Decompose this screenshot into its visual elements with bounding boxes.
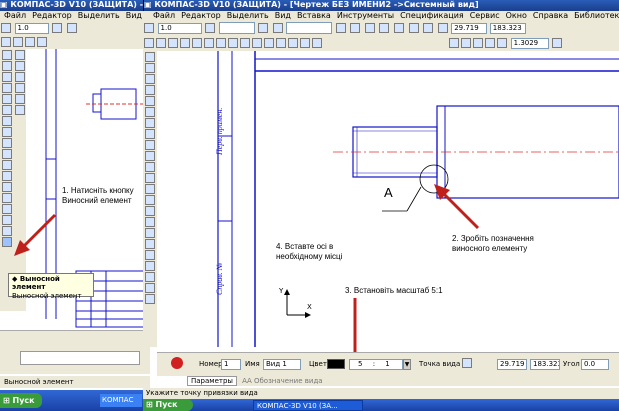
step2-annotation: 2. Зробіть позначення виносного елементу [452,234,534,253]
step4-annotation: 4. Вставте осі в необхідному місці [276,242,343,261]
tab-params[interactable]: Параметры [187,376,237,386]
status-prompt: Укажите точку привязки вида [143,388,619,399]
point-x-field[interactable]: 29.719 [497,359,527,370]
start-button-left[interactable]: ⊞ Пуск [0,393,42,408]
taskbar-left: ⊞ Пуск КОМПАС [0,390,143,411]
tab-view-label[interactable]: АА Обозначение вида [239,377,325,385]
step3-annotation: 3. Встановіть масштаб 5:1 [345,286,443,295]
properties-tabs: Параметры АА Обозначение вида [187,376,619,386]
taskbar-right: ⊞ Пуск КОМПАС-3D V10 (ЗА... [143,399,619,411]
number-field[interactable]: 1 [221,359,241,370]
color-label: Цвет [309,360,327,368]
angle-field[interactable]: 0.0 [581,359,609,370]
windows-logo-icon: ⊞ [3,396,13,405]
aa-icon: АА [242,377,254,385]
stop-icon[interactable] [171,357,183,369]
name-field[interactable]: Вид 1 [263,359,301,370]
name-label: Имя [245,360,260,368]
task-item-right[interactable]: КОМПАС-3D V10 (ЗА... [253,400,363,411]
number-label: Номер [199,360,223,368]
point-label: Точка вида [419,360,461,368]
step1-annotation: 1. Натисніть кнопку Виносний елемент [62,186,134,205]
start-button-right[interactable]: ⊞ Пуск [143,399,193,411]
point-y-field[interactable]: 183.323 [530,359,560,370]
arrow-step2-icon [434,184,480,230]
arrow-step1-icon [14,213,57,256]
color-swatch[interactable] [327,359,345,369]
point-pick-icon[interactable] [462,358,472,368]
properties-panel: Номер 1 Имя Вид 1 Цвет 5 : 1 ▼ Точка вид… [157,352,619,376]
scale-dropdown-icon[interactable]: ▼ [403,359,411,370]
task-item-left[interactable]: КОМПАС [100,394,142,407]
scale-field[interactable]: 5 : 1 [349,359,403,370]
angle-label: Угол [563,360,580,368]
windows-logo-icon: ⊞ [146,400,156,409]
